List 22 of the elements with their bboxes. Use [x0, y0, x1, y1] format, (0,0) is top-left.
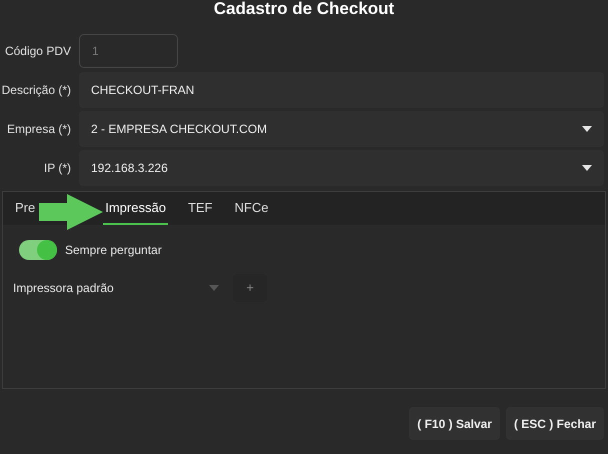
tab[interactable]: TEF [186, 192, 214, 225]
arrow-drawing [39, 194, 103, 230]
dropdown-caret-icon [209, 285, 219, 291]
toggle-switch[interactable] [19, 240, 57, 260]
save-button[interactable]: ( F10 ) Salvar [409, 407, 500, 440]
field-label: IP (*) [42, 160, 72, 176]
select-field[interactable]: 2 - EMPRESA CHECKOUT.COM [79, 110, 604, 146]
dropdown-caret-icon [582, 126, 592, 132]
dialog-title: Cadastro de Checkout [214, 0, 394, 17]
add-button[interactable]: + [233, 274, 267, 302]
input-field[interactable]: CHECKOUT-FRAN [79, 72, 604, 108]
field-label: Empresa (*) [6, 120, 72, 138]
printer-label: Impressora padrão [13, 280, 115, 297]
tab[interactable]: NFCe [232, 192, 270, 225]
tab[interactable]: Pre [13, 192, 38, 225]
close-button[interactable]: ( ESC ) Fechar [506, 407, 604, 440]
toggle-label: Sempre perguntar [65, 242, 162, 259]
field-label: Código PDV [4, 43, 72, 60]
select-field[interactable]: 192.168.3.226 [79, 150, 604, 186]
field-label: Descrição (*) [0, 82, 72, 98]
tab[interactable]: Impressão [103, 192, 168, 225]
dropdown-caret-icon [582, 164, 592, 170]
